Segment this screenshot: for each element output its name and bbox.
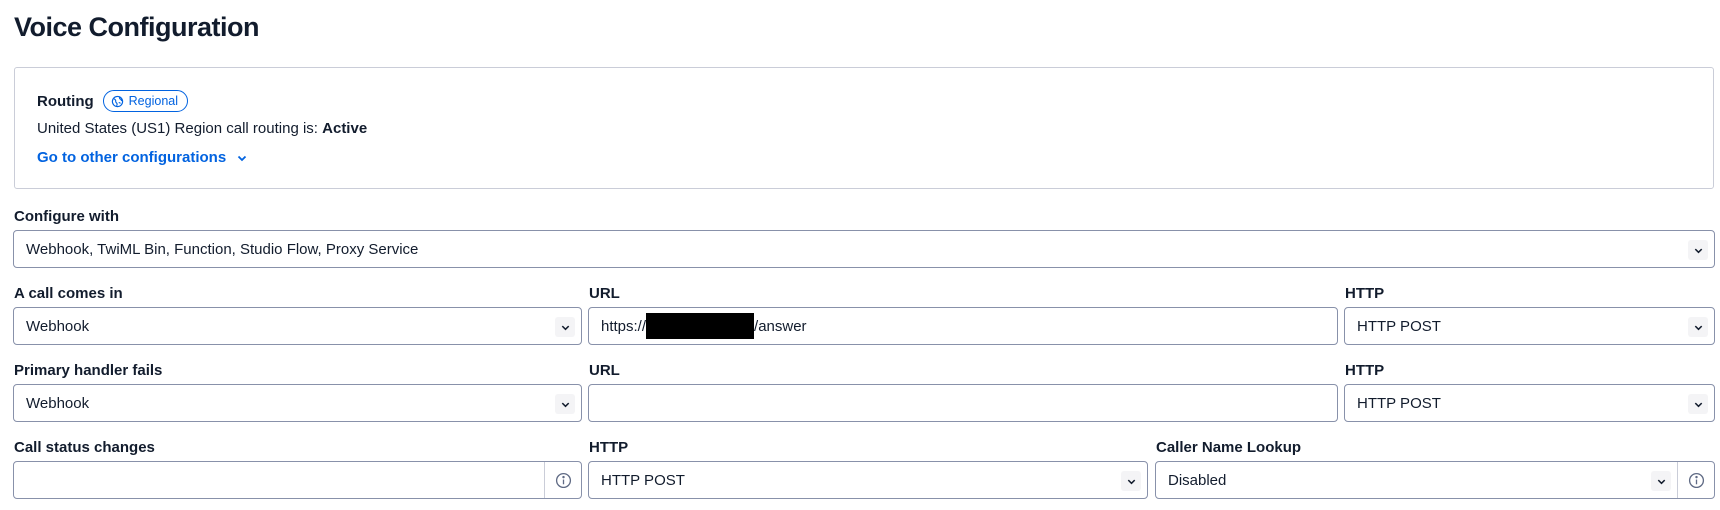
info-icon-button[interactable]	[1677, 462, 1714, 498]
call-comes-in-type-select[interactable]: Webhook	[13, 307, 582, 345]
globe-icon	[111, 95, 123, 107]
routing-status-value: Active	[322, 120, 368, 137]
regional-badge-label: Regional	[128, 94, 178, 108]
info-circle-icon	[555, 472, 571, 488]
primary-handler-url-input[interactable]	[588, 384, 1338, 422]
regional-badge: Regional	[102, 90, 188, 112]
call-status-http-label: HTTP	[589, 439, 629, 456]
call-status-http-select[interactable]: HTTP POST	[588, 461, 1148, 499]
call-comes-in-http-value: HTTP POST	[1357, 317, 1441, 335]
redacted-block	[646, 313, 755, 339]
routing-status: United States (US1) Region call routing …	[37, 120, 367, 137]
chevron-down-icon	[1651, 471, 1671, 491]
primary-handler-http-value: HTTP POST	[1357, 394, 1441, 412]
routing-label: Routing	[37, 92, 94, 110]
chevron-down-icon	[1688, 317, 1708, 337]
chevron-down-icon	[1688, 394, 1708, 414]
routing-header: Routing Regional	[37, 90, 188, 112]
primary-handler-http-select[interactable]: HTTP POST	[1344, 384, 1715, 422]
call-comes-in-http-select[interactable]: HTTP POST	[1344, 307, 1715, 345]
routing-status-text: United States (US1) Region call routing …	[37, 120, 323, 137]
call-comes-in-label: A call comes in	[14, 285, 123, 302]
configure-with-label: Configure with	[14, 208, 119, 225]
chevron-down-icon	[1688, 240, 1708, 260]
primary-handler-fails-label: Primary handler fails	[14, 362, 163, 379]
caller-name-lookup-value: Disabled	[1168, 471, 1227, 489]
caller-name-lookup-label: Caller Name Lookup	[1156, 439, 1302, 456]
primary-handler-type-value: Webhook	[26, 394, 90, 412]
primary-handler-url-label: URL	[589, 362, 620, 379]
call-comes-in-url-label: URL	[589, 285, 620, 302]
configure-with-select[interactable]: Webhook, TwiML Bin, Function, Studio Flo…	[13, 230, 1715, 268]
chevron-down-icon	[555, 317, 575, 337]
url-prefix: https://	[601, 317, 647, 335]
info-icon-button[interactable]	[544, 462, 581, 498]
routing-card: Routing Regional United States (US1) Reg…	[14, 67, 1714, 189]
primary-handler-type-select[interactable]: Webhook	[13, 384, 582, 422]
call-status-changes-label: Call status changes	[14, 439, 155, 456]
other-configurations-label: Go to other configurations	[37, 149, 227, 166]
chevron-down-icon	[555, 394, 575, 414]
chevron-down-icon	[238, 155, 247, 161]
page-title: Voice Configuration	[14, 12, 260, 42]
url-suffix: /answer	[754, 317, 807, 335]
configure-with-value: Webhook, TwiML Bin, Function, Studio Flo…	[26, 240, 419, 258]
call-comes-in-http-label: HTTP	[1345, 285, 1385, 302]
chevron-down-icon	[1121, 471, 1141, 491]
info-circle-icon	[1688, 472, 1704, 488]
call-comes-in-url-input[interactable]: https:// /answer	[588, 307, 1338, 345]
call-comes-in-type-value: Webhook	[26, 317, 90, 335]
caller-name-lookup-select[interactable]: Disabled	[1155, 461, 1715, 499]
call-status-changes-input[interactable]	[13, 461, 582, 499]
primary-handler-http-label: HTTP	[1345, 362, 1385, 379]
other-configurations-link[interactable]: Go to other configurations	[37, 149, 248, 166]
call-status-http-value: HTTP POST	[601, 471, 685, 489]
